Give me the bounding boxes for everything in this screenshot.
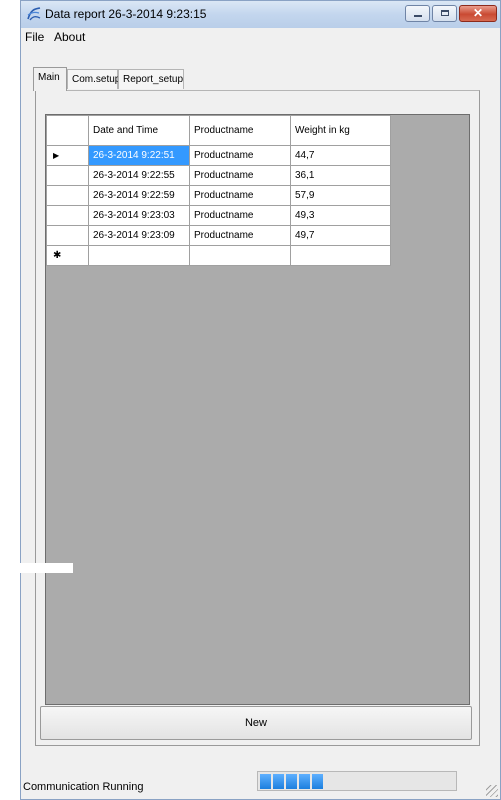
menu-about[interactable]: About bbox=[54, 30, 85, 44]
resize-grip-icon[interactable] bbox=[486, 785, 498, 797]
table-row[interactable]: 26-3-2014 9:23:03 Productname 49,3 bbox=[46, 205, 391, 226]
corner-header bbox=[46, 115, 89, 146]
cell-product[interactable]: Productname bbox=[189, 185, 291, 206]
cell-date[interactable] bbox=[88, 245, 190, 266]
tab-com-setup[interactable]: Com.setup bbox=[67, 69, 120, 89]
app-window: Data report 26-3-2014 9:23:15 ✕ File Abo… bbox=[20, 0, 501, 800]
blank-patch bbox=[0, 563, 73, 573]
cell-weight[interactable] bbox=[290, 245, 391, 266]
row-header[interactable] bbox=[46, 185, 89, 206]
row-header[interactable] bbox=[46, 165, 89, 186]
caption-buttons: ✕ bbox=[405, 5, 497, 23]
cell-date[interactable]: 26-3-2014 9:23:09 bbox=[88, 225, 190, 246]
cell-weight[interactable]: 49,3 bbox=[290, 205, 391, 226]
progress-bar bbox=[257, 771, 457, 791]
status-bar: Communication Running bbox=[21, 767, 500, 799]
column-header-product[interactable]: Productname bbox=[189, 115, 291, 146]
minimize-button[interactable] bbox=[405, 5, 430, 22]
progress-segment bbox=[299, 774, 310, 789]
tab-main[interactable]: Main bbox=[33, 67, 67, 91]
table-row[interactable]: 26-3-2014 9:22:55 Productname 36,1 bbox=[46, 165, 391, 186]
data-grid[interactable]: Date and Time Productname Weight in kg ▶… bbox=[45, 114, 470, 705]
row-header[interactable] bbox=[46, 205, 89, 226]
progress-segment bbox=[286, 774, 297, 789]
table-row[interactable]: 26-3-2014 9:22:59 Productname 57,9 bbox=[46, 185, 391, 206]
tab-panel-main: Date and Time Productname Weight in kg ▶… bbox=[35, 90, 480, 746]
close-icon: ✕ bbox=[472, 6, 484, 20]
cell-date[interactable]: 26-3-2014 9:22:51 bbox=[88, 145, 190, 166]
cell-product[interactable]: Productname bbox=[189, 225, 291, 246]
row-header[interactable]: ✱ bbox=[46, 245, 89, 266]
cell-weight[interactable]: 57,9 bbox=[290, 185, 391, 206]
maximize-icon bbox=[441, 10, 449, 16]
cell-product[interactable] bbox=[189, 245, 291, 266]
new-button[interactable]: New bbox=[40, 706, 472, 740]
cell-product[interactable]: Productname bbox=[189, 165, 291, 186]
new-row[interactable]: ✱ bbox=[46, 245, 391, 266]
cell-date[interactable]: 26-3-2014 9:22:59 bbox=[88, 185, 190, 206]
new-row-icon: ✱ bbox=[53, 250, 62, 261]
cell-product[interactable]: Productname bbox=[189, 205, 291, 226]
cell-product[interactable]: Productname bbox=[189, 145, 291, 166]
progress-segment bbox=[260, 774, 271, 789]
cell-weight[interactable]: 36,1 bbox=[290, 165, 391, 186]
maximize-button[interactable] bbox=[432, 5, 457, 22]
progress-segment bbox=[312, 774, 323, 789]
minimize-icon bbox=[414, 15, 422, 17]
menu-file[interactable]: File bbox=[25, 30, 44, 44]
tab-report-setup[interactable]: Report_setup bbox=[118, 69, 184, 89]
row-header[interactable]: ▶ bbox=[46, 145, 89, 166]
table-row[interactable]: ▶ 26-3-2014 9:22:51 Productname 44,7 bbox=[46, 145, 391, 166]
title-bar[interactable]: Data report 26-3-2014 9:23:15 ✕ bbox=[21, 1, 500, 28]
table-row[interactable]: 26-3-2014 9:23:09 Productname 49,7 bbox=[46, 225, 391, 246]
data-table: Date and Time Productname Weight in kg ▶… bbox=[46, 115, 391, 266]
current-row-icon: ▶ bbox=[53, 151, 60, 160]
column-header-weight[interactable]: Weight in kg bbox=[290, 115, 391, 146]
header-row: Date and Time Productname Weight in kg bbox=[46, 115, 391, 146]
progress-segment bbox=[273, 774, 284, 789]
close-button[interactable]: ✕ bbox=[459, 5, 497, 22]
status-text: Communication Running bbox=[23, 781, 144, 793]
window-title: Data report 26-3-2014 9:23:15 bbox=[45, 7, 207, 21]
row-header[interactable] bbox=[46, 225, 89, 246]
menu-bar: File About bbox=[21, 28, 500, 47]
app-icon bbox=[27, 7, 41, 21]
cell-weight[interactable]: 49,7 bbox=[290, 225, 391, 246]
column-header-date[interactable]: Date and Time bbox=[88, 115, 190, 146]
cell-date[interactable]: 26-3-2014 9:23:03 bbox=[88, 205, 190, 226]
cell-date[interactable]: 26-3-2014 9:22:55 bbox=[88, 165, 190, 186]
cell-weight[interactable]: 44,7 bbox=[290, 145, 391, 166]
